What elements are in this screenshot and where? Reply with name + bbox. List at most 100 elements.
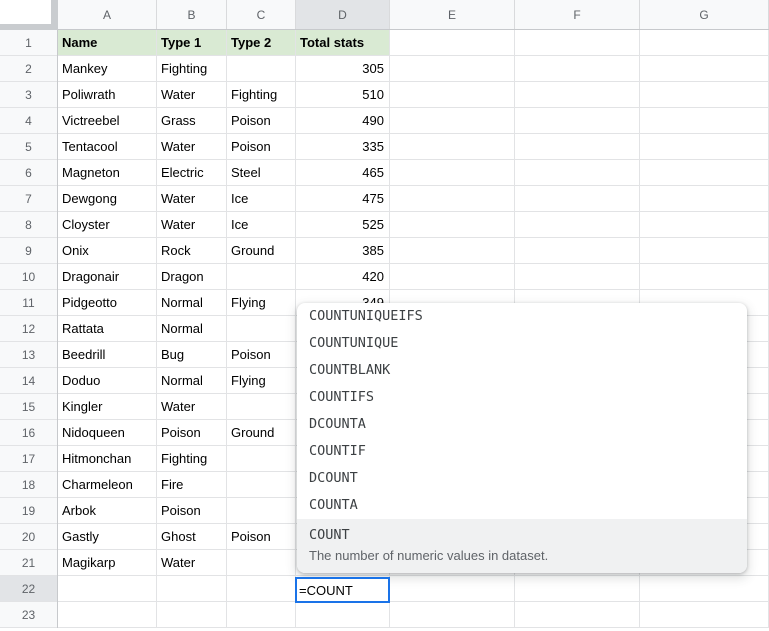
cell-C4[interactable]: Poison: [227, 108, 296, 134]
cell-G2[interactable]: [640, 56, 769, 82]
cell-C15[interactable]: [227, 394, 296, 420]
cell-A8[interactable]: Cloyster: [58, 212, 157, 238]
cell-E22[interactable]: [390, 576, 515, 602]
cell-A10[interactable]: Dragonair: [58, 264, 157, 290]
row-header-20[interactable]: 20: [0, 524, 57, 550]
cell-A14[interactable]: Doduo: [58, 368, 157, 394]
cell-A15[interactable]: Kingler: [58, 394, 157, 420]
cell-F6[interactable]: [515, 160, 640, 186]
cell-G6[interactable]: [640, 160, 769, 186]
active-cell-editor[interactable]: =COUNT: [295, 577, 390, 603]
cell-C9[interactable]: Ground: [227, 238, 296, 264]
cell-C21[interactable]: [227, 550, 296, 576]
cell-A16[interactable]: Nidoqueen: [58, 420, 157, 446]
cell-A6[interactable]: Magneton: [58, 160, 157, 186]
cell-F9[interactable]: [515, 238, 640, 264]
cell-E6[interactable]: [390, 160, 515, 186]
row-header-16[interactable]: 16: [0, 420, 57, 446]
row-header-2[interactable]: 2: [0, 56, 57, 82]
row-header-5[interactable]: 5: [0, 134, 57, 160]
autocomplete-selected-item[interactable]: COUNT The number of numeric values in da…: [297, 519, 747, 573]
cell-D9[interactable]: 385: [296, 238, 390, 264]
row-header-8[interactable]: 8: [0, 212, 57, 238]
cell-E5[interactable]: [390, 134, 515, 160]
cell-F22[interactable]: [515, 576, 640, 602]
cell-B21[interactable]: Water: [157, 550, 227, 576]
cell-B16[interactable]: Poison: [157, 420, 227, 446]
cell-C3[interactable]: Fighting: [227, 82, 296, 108]
cell-D7[interactable]: 475: [296, 186, 390, 212]
autocomplete-item-DCOUNTA[interactable]: DCOUNTA: [297, 411, 747, 438]
row-header-10[interactable]: 10: [0, 264, 57, 290]
row-header-17[interactable]: 17: [0, 446, 57, 472]
row-header-1[interactable]: 1: [0, 30, 57, 56]
row-header-6[interactable]: 6: [0, 160, 57, 186]
cell-C23[interactable]: [227, 602, 296, 628]
column-header-D[interactable]: D: [296, 0, 390, 29]
autocomplete-item-COUNTIFS[interactable]: COUNTIFS: [297, 384, 747, 411]
cell-A3[interactable]: Poliwrath: [58, 82, 157, 108]
cell-F1[interactable]: [515, 30, 640, 56]
row-header-4[interactable]: 4: [0, 108, 57, 134]
row-header-14[interactable]: 14: [0, 368, 57, 394]
cell-A1[interactable]: Name: [58, 30, 157, 56]
cell-B6[interactable]: Electric: [157, 160, 227, 186]
cell-C5[interactable]: Poison: [227, 134, 296, 160]
autocomplete-item-COUNTUNIQUEIFS[interactable]: COUNTUNIQUEIFS: [297, 303, 747, 330]
row-header-3[interactable]: 3: [0, 82, 57, 108]
cell-A11[interactable]: Pidgeotto: [58, 290, 157, 316]
cell-D6[interactable]: 465: [296, 160, 390, 186]
cell-E7[interactable]: [390, 186, 515, 212]
row-header-22[interactable]: 22: [0, 576, 57, 602]
cell-F4[interactable]: [515, 108, 640, 134]
cell-C16[interactable]: Ground: [227, 420, 296, 446]
cell-D3[interactable]: 510: [296, 82, 390, 108]
cell-A23[interactable]: [58, 602, 157, 628]
row-header-18[interactable]: 18: [0, 472, 57, 498]
cell-C10[interactable]: [227, 264, 296, 290]
select-all-corner[interactable]: [0, 0, 58, 30]
cell-F10[interactable]: [515, 264, 640, 290]
autocomplete-item-COUNTIF[interactable]: COUNTIF: [297, 438, 747, 465]
cell-B11[interactable]: Normal: [157, 290, 227, 316]
autocomplete-item-DCOUNT[interactable]: DCOUNT: [297, 465, 747, 492]
cell-G9[interactable]: [640, 238, 769, 264]
cell-B15[interactable]: Water: [157, 394, 227, 420]
cell-C6[interactable]: Steel: [227, 160, 296, 186]
cell-A7[interactable]: Dewgong: [58, 186, 157, 212]
cell-A22[interactable]: [58, 576, 157, 602]
cell-C18[interactable]: [227, 472, 296, 498]
cell-B7[interactable]: Water: [157, 186, 227, 212]
cell-D8[interactable]: 525: [296, 212, 390, 238]
cell-A9[interactable]: Onix: [58, 238, 157, 264]
cell-C12[interactable]: [227, 316, 296, 342]
row-header-21[interactable]: 21: [0, 550, 57, 576]
cell-D1[interactable]: Total stats: [296, 30, 390, 56]
cell-B19[interactable]: Poison: [157, 498, 227, 524]
column-header-E[interactable]: E: [390, 0, 515, 29]
cell-F3[interactable]: [515, 82, 640, 108]
cell-B18[interactable]: Fire: [157, 472, 227, 498]
cell-C2[interactable]: [227, 56, 296, 82]
cell-G1[interactable]: [640, 30, 769, 56]
cell-E4[interactable]: [390, 108, 515, 134]
cell-A17[interactable]: Hitmonchan: [58, 446, 157, 472]
cell-A19[interactable]: Arbok: [58, 498, 157, 524]
cell-E3[interactable]: [390, 82, 515, 108]
cell-C17[interactable]: [227, 446, 296, 472]
cell-C20[interactable]: Poison: [227, 524, 296, 550]
cell-B20[interactable]: Ghost: [157, 524, 227, 550]
autocomplete-item-COUNTUNIQUE[interactable]: COUNTUNIQUE: [297, 330, 747, 357]
autocomplete-item-COUNTBLANK[interactable]: COUNTBLANK: [297, 357, 747, 384]
row-header-15[interactable]: 15: [0, 394, 57, 420]
row-header-9[interactable]: 9: [0, 238, 57, 264]
cell-A4[interactable]: Victreebel: [58, 108, 157, 134]
cell-D5[interactable]: 335: [296, 134, 390, 160]
cell-F8[interactable]: [515, 212, 640, 238]
cell-C7[interactable]: Ice: [227, 186, 296, 212]
cell-E1[interactable]: [390, 30, 515, 56]
cell-C1[interactable]: Type 2: [227, 30, 296, 56]
column-header-G[interactable]: G: [640, 0, 769, 29]
cell-C13[interactable]: Poison: [227, 342, 296, 368]
cell-B5[interactable]: Water: [157, 134, 227, 160]
